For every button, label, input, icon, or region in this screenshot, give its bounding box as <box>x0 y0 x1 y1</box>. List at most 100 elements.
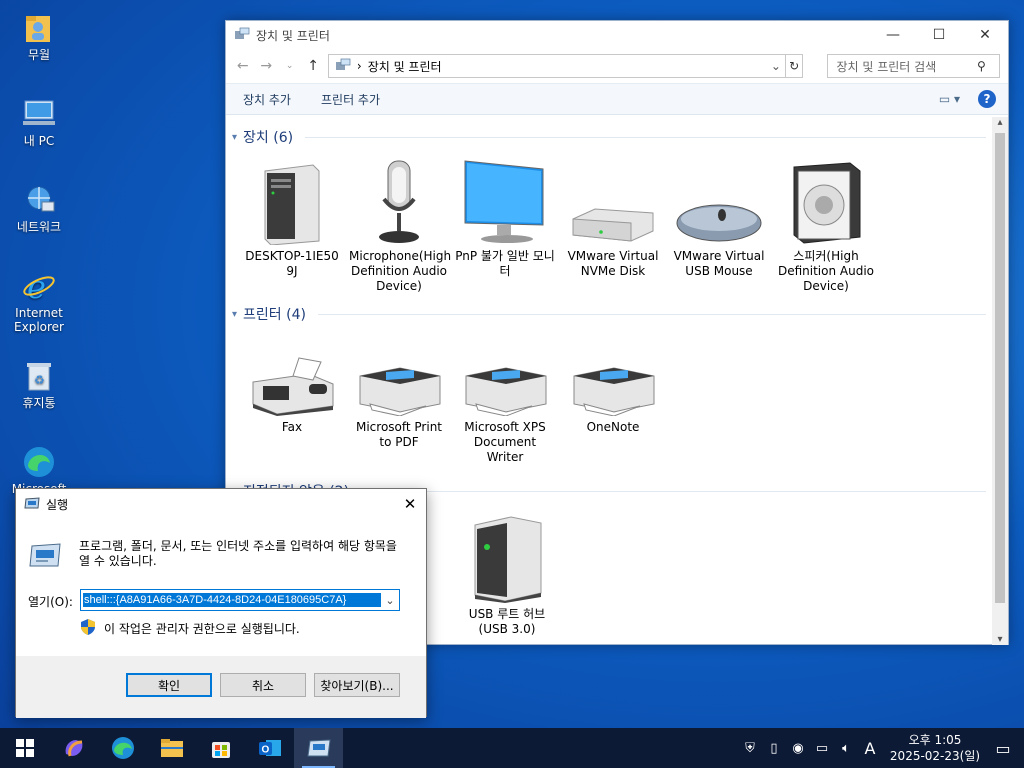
run-taskbar-button[interactable] <box>294 728 343 768</box>
group-header-printers[interactable]: ▾ 프린터 (4) <box>232 304 986 324</box>
run-app-icon <box>28 543 62 572</box>
disk-drive-icon <box>563 155 663 245</box>
vertical-scrollbar[interactable]: ▴ ▾ <box>992 117 1008 645</box>
open-label: 열기(O): <box>28 595 73 609</box>
scrollbar-thumb[interactable] <box>995 133 1005 603</box>
cancel-button[interactable]: 취소 <box>220 673 306 697</box>
up-arrow-icon[interactable]: ↑ <box>304 58 321 74</box>
maximize-button[interactable]: ☐ <box>916 21 962 49</box>
admin-note-text: 이 작업은 관리자 권한으로 실행됩니다. <box>104 622 300 636</box>
forward-arrow-icon[interactable]: → <box>257 58 274 74</box>
usb-device-icon[interactable]: ▯ <box>762 741 786 756</box>
add-device-button[interactable]: 장치 추가 <box>243 91 291 108</box>
search-placeholder: 장치 및 프린터 검색 <box>836 59 937 74</box>
network-icon[interactable]: ▭ <box>810 741 834 756</box>
edge-taskbar-button[interactable] <box>98 728 147 768</box>
back-arrow-icon[interactable]: ← <box>234 58 251 74</box>
chevron-down-icon[interactable]: ⌄ <box>381 594 399 607</box>
address-row: ← → ⌄ ↑ › 장치 및 프린터 ⌄ ↻ 장치 및 프린터 검색 ⚲ <box>226 49 1008 83</box>
address-bar[interactable]: › 장치 및 프린터 ⌄ <box>327 54 786 78</box>
command-bar: 장치 추가 프린터 추가 ▭ ▾ ? <box>226 83 1008 115</box>
recycle-bin-icon: ♻ <box>21 358 57 394</box>
run-titlebar[interactable]: 실행 ✕ <box>16 489 426 519</box>
desktop-icon-internet-explorer[interactable]: e Internet Explorer <box>4 268 74 334</box>
scroll-up-icon[interactable]: ▴ <box>992 117 1008 128</box>
search-icon: ⚲ <box>976 59 986 73</box>
network-icon <box>21 182 57 218</box>
device-label: VMware Virtual USB Mouse <box>673 249 765 278</box>
chevron-down-icon[interactable]: ⌄ <box>767 59 785 73</box>
device-item[interactable]: PnP 불가 일반 모니터 <box>455 155 555 279</box>
window-title: 장치 및 프린터 <box>256 28 330 43</box>
minimize-button[interactable]: — <box>870 21 916 49</box>
breadcrumb[interactable]: 장치 및 프린터 <box>368 58 761 75</box>
store-button[interactable] <box>196 728 245 768</box>
printer-icon <box>349 342 449 416</box>
desktop-icon-recycle-bin[interactable]: ♻ 휴지통 <box>4 358 74 410</box>
run-title: 실행 <box>46 497 69 512</box>
device-item[interactable]: 스피커(High Definition Audio Device) <box>776 155 876 294</box>
open-input[interactable]: shell:::{A8A91A66-3A7D-4424-8D24-04E1806… <box>83 593 381 607</box>
device-label: PnP 불가 일반 모니터 <box>455 249 555 278</box>
this-pc-icon <box>21 96 57 132</box>
device-item[interactable]: OneNote <box>563 342 663 435</box>
printer-icon <box>455 342 555 416</box>
close-button[interactable]: ✕ <box>962 21 1008 49</box>
copilot-button[interactable] <box>49 728 98 768</box>
clock-date: 2025-02-23(일) <box>889 749 981 763</box>
run-icon <box>24 496 40 512</box>
search-input[interactable]: 장치 및 프린터 검색 ⚲ <box>827 54 1000 78</box>
device-item[interactable]: VMware Virtual NVMe Disk <box>563 155 663 279</box>
window-titlebar[interactable]: 장치 및 프린터 — ☐ ✕ <box>226 21 1008 49</box>
internet-explorer-icon: e <box>21 268 57 304</box>
microphone-icon <box>349 155 449 245</box>
clock[interactable]: 오후 1:05 2025-02-23(일) <box>888 732 982 764</box>
ime-indicator[interactable]: A <box>858 739 882 758</box>
device-item[interactable]: Microsoft Print to PDF <box>349 342 449 450</box>
outlook-icon: O <box>258 740 281 756</box>
security-icon[interactable]: ⛨ <box>738 741 762 756</box>
close-icon[interactable]: ✕ <box>394 495 426 513</box>
recent-chevron-icon[interactable]: ⌄ <box>281 61 298 71</box>
desktop-icon-network[interactable]: 네트워크 <box>4 182 74 234</box>
meet-icon[interactable]: ◉ <box>786 741 810 756</box>
run-dialog: 실행 ✕ 프로그램, 폴더, 문서, 또는 인터넷 주소를 입력하여 해당 항목… <box>15 488 427 718</box>
start-button[interactable] <box>0 728 49 768</box>
desktop-icon-user-folder[interactable]: 무월 <box>4 10 74 62</box>
folder-icon <box>160 739 183 757</box>
open-combobox[interactable]: shell:::{A8A91A66-3A7D-4424-8D24-04E1806… <box>80 589 400 611</box>
device-label: Microsoft Print to PDF <box>355 420 443 449</box>
refresh-button[interactable]: ↻ <box>785 54 804 78</box>
device-item[interactable]: USB 루트 허브 (USB 3.0) <box>457 511 557 637</box>
file-explorer-button[interactable] <box>147 728 196 768</box>
usb-hub-icon <box>457 511 557 603</box>
ok-button[interactable]: 확인 <box>126 673 212 697</box>
device-item[interactable]: Fax <box>242 342 342 435</box>
device-item[interactable]: DESKTOP-1IE509J <box>242 155 342 279</box>
device-label: OneNote <box>586 420 640 434</box>
chevron-down-icon: ▾ <box>232 308 238 320</box>
outlook-button[interactable]: O <box>245 728 294 768</box>
device-item[interactable]: Microphone(High Definition Audio Device) <box>349 155 451 294</box>
device-label: USB 루트 허브 (USB 3.0) <box>468 607 546 636</box>
device-label: Fax <box>281 420 303 434</box>
fax-icon <box>242 342 342 416</box>
copilot-icon <box>65 740 82 757</box>
desktop-icon-label: 네트워크 <box>16 220 62 234</box>
browse-button[interactable]: 찾아보기(B)... <box>314 673 400 697</box>
notification-icon[interactable]: ▭ <box>982 739 1024 758</box>
device-item[interactable]: VMware Virtual USB Mouse <box>669 155 769 279</box>
device-label: Microsoft XPS Document Writer <box>464 420 546 464</box>
uac-shield-icon <box>80 618 96 639</box>
desktop-icon-this-pc[interactable]: 내 PC <box>4 96 74 148</box>
help-icon[interactable]: ? <box>978 90 996 108</box>
view-options-icon[interactable]: ▭ ▾ <box>939 92 960 106</box>
breadcrumb-separator-icon: › <box>356 59 362 73</box>
computer-tower-icon <box>242 155 342 245</box>
add-printer-button[interactable]: 프린터 추가 <box>321 91 380 108</box>
device-label: DESKTOP-1IE509J <box>245 249 339 278</box>
group-header-devices[interactable]: ▾ 장치 (6) <box>232 127 986 147</box>
scroll-down-icon[interactable]: ▾ <box>992 634 1008 645</box>
device-item[interactable]: Microsoft XPS Document Writer <box>455 342 555 465</box>
volume-icon[interactable]: 🔈︎ <box>834 741 858 756</box>
